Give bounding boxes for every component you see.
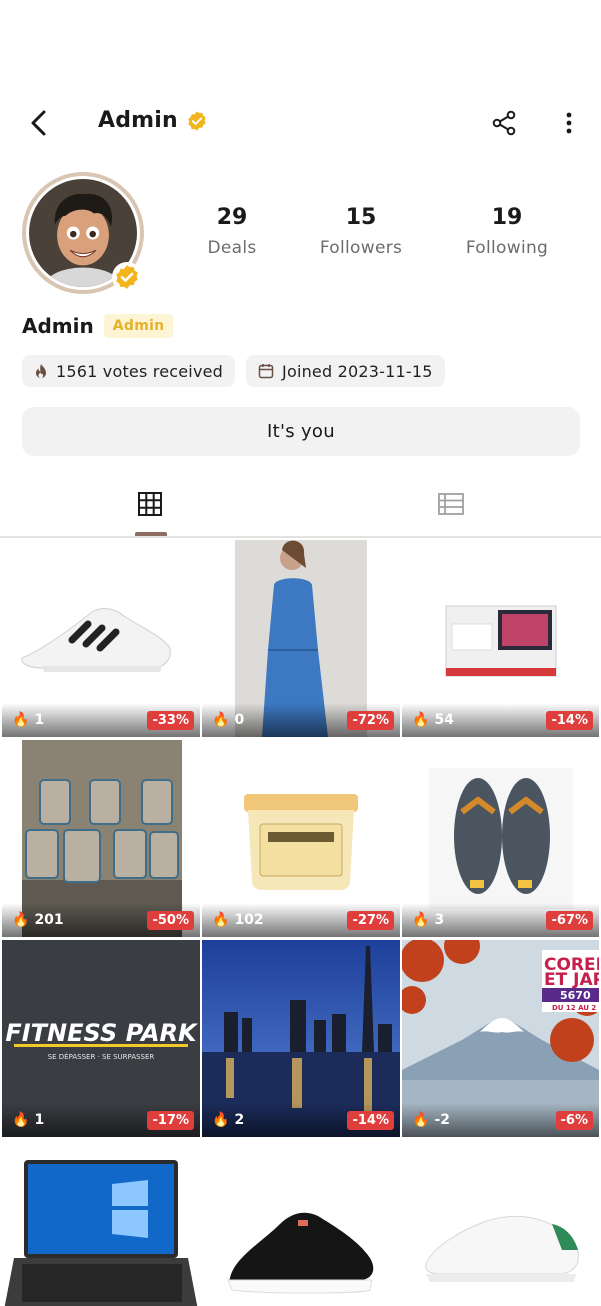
deal-votes: 🔥 2	[212, 1112, 245, 1128]
deal-image-laptop	[2, 1140, 200, 1306]
stat-followers-value: 15	[345, 205, 377, 230]
flame-icon: 🔥	[212, 912, 230, 928]
fitness-park-logo-text: FITNESS PARK	[5, 1019, 199, 1047]
promo-text-line-2: ET JAP	[544, 970, 599, 990]
back-button[interactable]	[22, 106, 56, 140]
avatar-verified-icon	[112, 262, 142, 292]
top-bar: Admin	[0, 96, 601, 152]
deal-votes: 🔥 102	[212, 912, 264, 928]
deal-votes: 🔥 54	[412, 712, 454, 728]
its-you-button[interactable]: It's you	[22, 407, 580, 456]
deal-card[interactable]: 🔥 3 -67%	[402, 740, 599, 937]
deal-votes: 🔥 -2	[412, 1112, 450, 1128]
stat-followers-label: Followers	[319, 238, 403, 258]
grid-icon	[138, 492, 162, 516]
deal-votes: 🔥 0	[212, 712, 245, 728]
deal-card[interactable]: 🔥 0 -72%	[202, 540, 400, 737]
header-title-group: Admin	[98, 108, 208, 133]
deal-votes: 🔥 3	[412, 912, 445, 928]
content-tabs	[0, 480, 601, 538]
flame-icon: 🔥	[212, 1112, 230, 1128]
deal-card[interactable]: COREE ET JAP 5670 DU 12 AU 2 🔥-2 -6%	[402, 940, 599, 1137]
votes-chip-label: 1561 votes received	[56, 361, 224, 381]
deal-card[interactable]: 🔥 102 -27%	[202, 740, 400, 937]
deal-image-black-sneaker	[202, 1140, 400, 1306]
tab-grid[interactable]	[130, 488, 170, 520]
role-badge: Admin	[103, 314, 174, 338]
deal-discount-badge: -6%	[555, 1111, 593, 1130]
stat-following-value: 19	[491, 205, 523, 230]
more-vertical-icon	[566, 112, 572, 134]
chevron-left-icon	[31, 110, 46, 136]
flame-icon: 🔥	[412, 712, 430, 728]
stat-deals-value: 29	[216, 205, 248, 230]
deal-discount-badge: -50%	[147, 911, 194, 930]
deal-image-white-sneaker-2	[402, 1140, 599, 1306]
verified-icon	[188, 110, 206, 131]
deal-discount-badge: -27%	[347, 911, 394, 930]
joined-chip: Joined 2023-11-15	[246, 355, 445, 387]
profile-chips: 1561 votes received Joined 2023-11-15	[22, 355, 445, 387]
deal-card[interactable]: 🔥 2 -14%	[202, 940, 400, 1137]
stat-following[interactable]: 19 Following	[447, 205, 567, 258]
deal-card[interactable]	[402, 1140, 599, 1306]
flame-icon: 🔥	[12, 912, 30, 928]
deal-discount-badge: -17%	[147, 1111, 194, 1130]
deal-card[interactable]: FITNESS PARK SE DÉPASSER · SE SURPASSER …	[2, 940, 200, 1137]
stat-followers[interactable]: 15 Followers	[301, 205, 421, 258]
stat-following-label: Following	[465, 238, 549, 258]
joined-chip-label: Joined 2023-11-15	[282, 361, 433, 381]
flame-icon: 🔥	[212, 712, 230, 728]
deal-votes: 🔥 1	[12, 712, 45, 728]
deal-discount-badge: -72%	[347, 711, 394, 730]
deal-card[interactable]	[202, 1140, 400, 1306]
deal-discount-badge: -67%	[546, 911, 593, 930]
stat-deals-label: Deals	[207, 238, 257, 258]
votes-chip: 1561 votes received	[22, 355, 236, 387]
profile-name-row: Admin Admin	[22, 314, 174, 338]
deal-votes: 🔥 201	[12, 912, 64, 928]
stat-deals[interactable]: 29 Deals	[172, 205, 292, 258]
flame-icon: 🔥	[412, 1112, 430, 1128]
promo-date-text: DU 12 AU 2	[552, 1004, 596, 1012]
deal-card[interactable]	[2, 1140, 200, 1306]
deals-grid: 🔥 1 -33% 🔥 0 -72% 🔥 54 -14% 🔥 201 -50% 🔥…	[2, 540, 599, 1306]
share-icon	[492, 110, 516, 136]
flame-icon	[36, 364, 46, 378]
share-button[interactable]	[488, 107, 520, 139]
calendar-icon	[258, 364, 274, 379]
profile-name: Admin	[22, 314, 94, 338]
fitness-park-slogan-text: SE DÉPASSER · SE SURPASSER	[48, 1052, 155, 1061]
tab-list[interactable]	[431, 488, 471, 520]
active-tab-indicator	[135, 532, 167, 536]
flame-icon: 🔥	[412, 912, 430, 928]
page-title: Admin	[98, 108, 178, 133]
avatar[interactable]	[22, 172, 144, 294]
deal-discount-badge: -14%	[546, 711, 593, 730]
list-icon	[438, 493, 464, 515]
flame-icon: 🔥	[12, 712, 30, 728]
deal-card[interactable]: 🔥 201 -50%	[2, 740, 200, 937]
deal-discount-badge: -14%	[347, 1111, 394, 1130]
flame-icon: 🔥	[12, 1112, 30, 1128]
deal-card[interactable]: 🔥 54 -14%	[402, 540, 599, 737]
more-options-button[interactable]	[555, 107, 583, 139]
deal-votes: 🔥 1	[12, 1112, 45, 1128]
deal-discount-badge: -33%	[147, 711, 194, 730]
deal-card[interactable]: 🔥 1 -33%	[2, 540, 200, 737]
promo-price-text: 5670	[560, 989, 591, 1002]
